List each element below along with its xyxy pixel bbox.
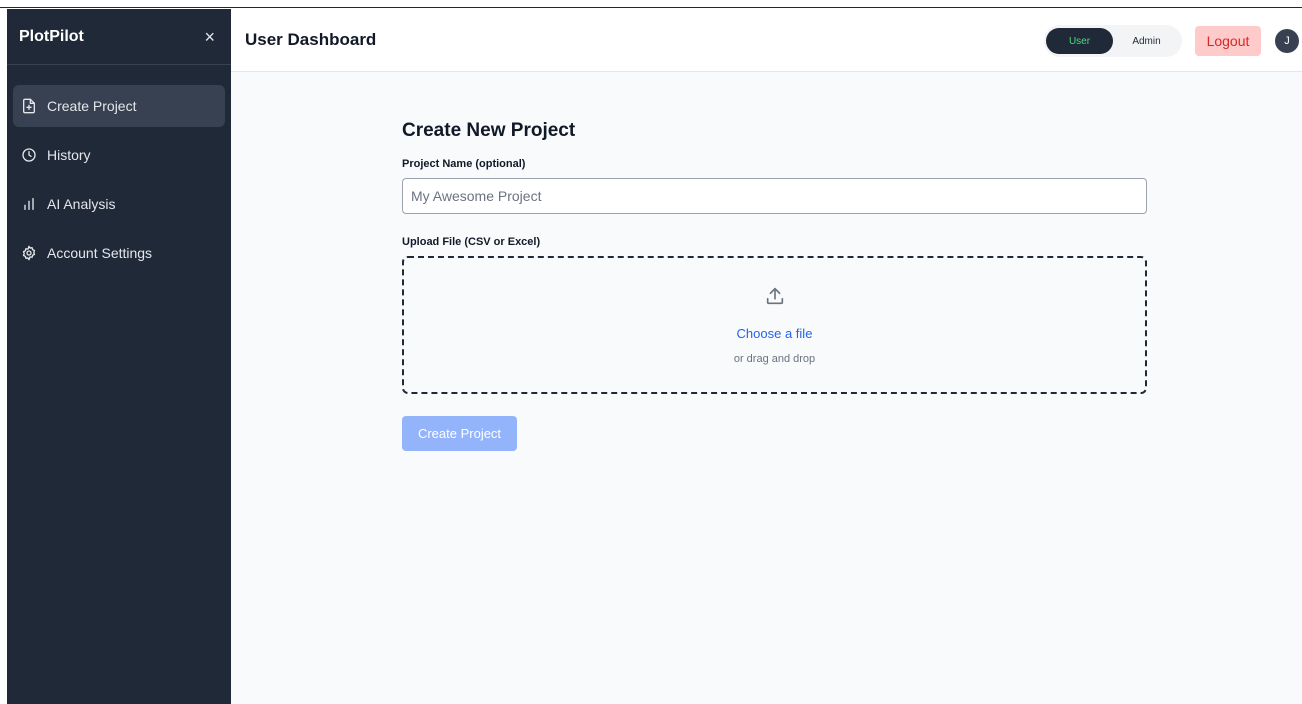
file-dropzone[interactable]: Choose a file or drag and drop xyxy=(402,256,1147,394)
project-name-label: Project Name (optional) xyxy=(402,158,526,170)
create-project-button[interactable]: Create Project xyxy=(402,416,517,451)
role-toggle: User Admin xyxy=(1044,25,1182,57)
close-sidebar-button[interactable]: × xyxy=(204,28,215,46)
clock-icon xyxy=(21,147,37,163)
role-admin-button[interactable]: Admin xyxy=(1113,28,1180,54)
drag-drop-hint: or drag and drop xyxy=(733,353,816,365)
upload-icon xyxy=(764,285,786,312)
logout-button[interactable]: Logout xyxy=(1195,26,1261,56)
sidebar-item-create-project[interactable]: Create Project xyxy=(13,85,225,127)
window-top-edge xyxy=(0,0,1302,8)
form-title: Create New Project xyxy=(402,120,576,141)
bar-chart-icon xyxy=(21,196,37,212)
sidebar-header: PlotPilot × xyxy=(7,9,231,65)
file-plus-icon xyxy=(21,98,37,114)
choose-file-link[interactable]: Choose a file xyxy=(737,326,813,341)
main-content: User Dashboard User Admin Logout J Creat… xyxy=(231,9,1302,704)
top-header: User Dashboard User Admin Logout J xyxy=(231,9,1302,72)
create-project-form: Create New Project Project Name (optiona… xyxy=(402,120,1147,451)
sidebar: PlotPilot × Create Project History AI An… xyxy=(7,9,231,704)
sidebar-item-label: History xyxy=(47,147,91,163)
avatar[interactable]: J xyxy=(1275,29,1299,53)
sidebar-item-label: Create Project xyxy=(47,98,137,114)
brand-logo-text: PlotPilot xyxy=(19,27,84,45)
sidebar-item-label: AI Analysis xyxy=(47,196,116,212)
sidebar-item-ai-analysis[interactable]: AI Analysis xyxy=(13,183,225,225)
upload-file-label: Upload File (CSV or Excel) xyxy=(402,236,541,248)
page-title: User Dashboard xyxy=(245,30,377,49)
sidebar-nav: Create Project History AI Analysis Accou… xyxy=(7,65,231,301)
window-left-edge xyxy=(0,8,7,704)
sidebar-item-label: Account Settings xyxy=(47,245,153,261)
project-name-input[interactable] xyxy=(402,178,1147,214)
sidebar-item-account-settings[interactable]: Account Settings xyxy=(13,232,225,274)
role-user-button[interactable]: User xyxy=(1046,28,1113,54)
sidebar-item-history[interactable]: History xyxy=(13,134,225,176)
gear-icon xyxy=(21,245,37,261)
